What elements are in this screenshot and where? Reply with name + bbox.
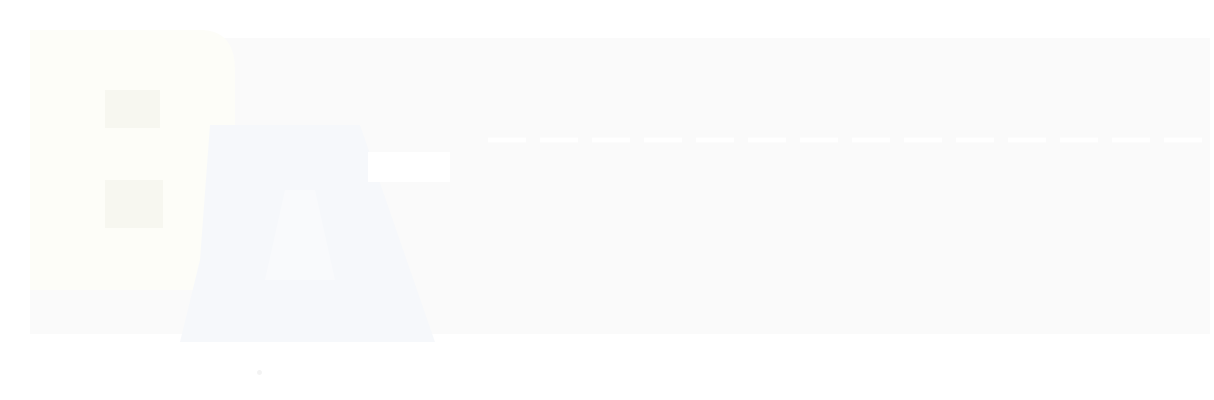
ba-logo-icon (30, 30, 450, 342)
washed-out-banner (0, 0, 1214, 400)
dashed-rule (488, 137, 1204, 143)
faint-dot (257, 370, 262, 375)
